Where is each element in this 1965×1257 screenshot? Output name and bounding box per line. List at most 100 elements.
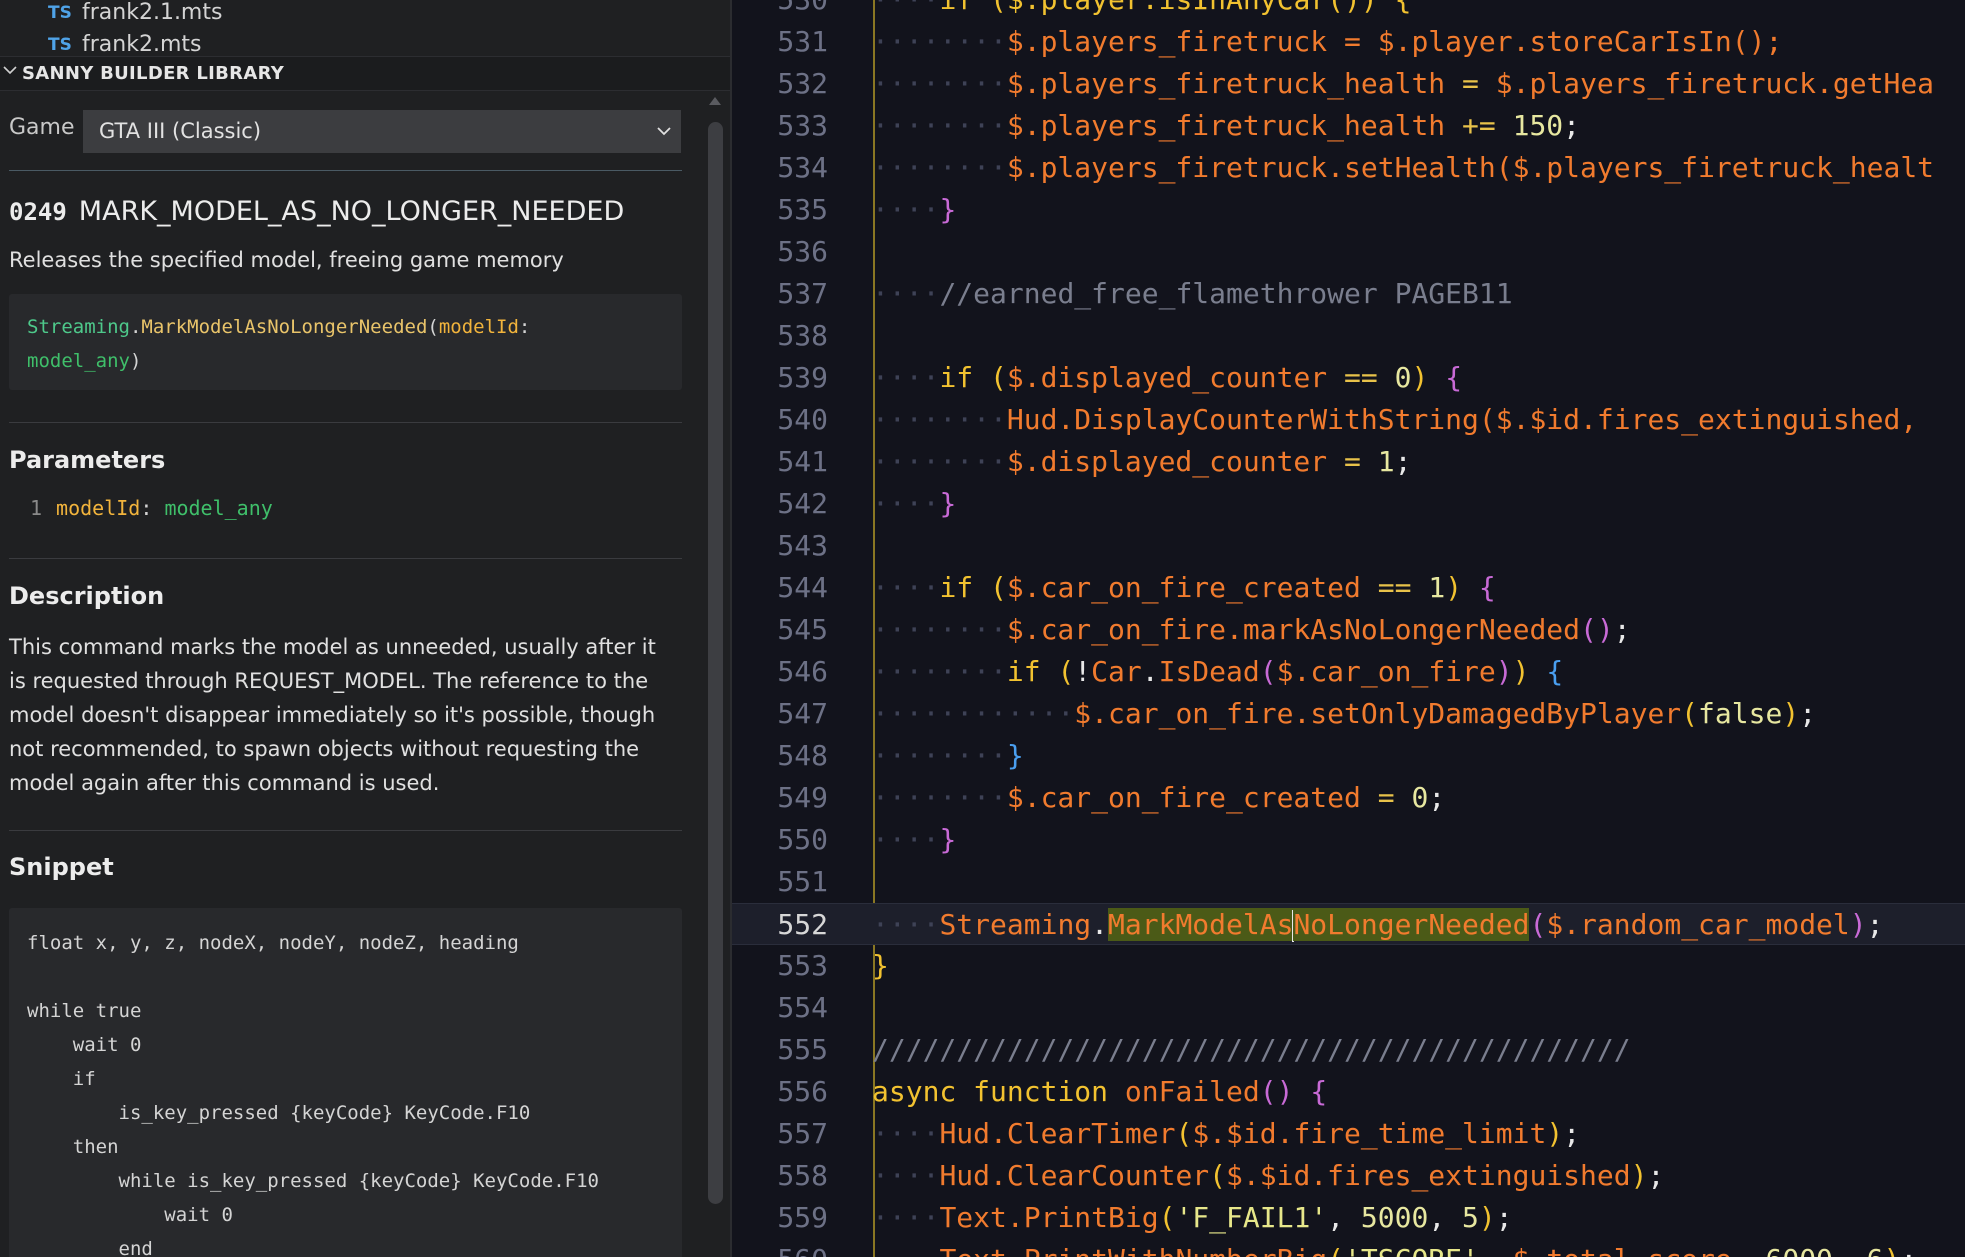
code-line[interactable]: 559 ····Text.PrintBig('F_FAIL1', 5000, 5)…	[732, 1197, 1965, 1239]
code-token: $.car_on_fire.setOnlyDamagedByPlayer	[1074, 697, 1682, 730]
code-line[interactable]: 550 ····}	[732, 819, 1965, 861]
line-code: ············$.car_on_fire.setOnlyDamaged…	[872, 697, 1817, 730]
code-token: 5000	[1360, 1201, 1429, 1234]
line-code: ········}	[872, 739, 1024, 772]
scrollbar-thumb[interactable]	[708, 122, 723, 1204]
code-line[interactable]: 547 ············$.car_on_fire.setOnlyDama…	[732, 693, 1965, 735]
chevron-down-icon	[3, 66, 17, 75]
code-line[interactable]: 531 ········$.players_firetruck = $.playe…	[732, 21, 1965, 63]
code-token: (	[990, 571, 1007, 604]
code-line[interactable]: 556 async function onFailed() {	[732, 1071, 1965, 1113]
line-number: 544	[777, 571, 828, 604]
code-token: }	[1006, 739, 1024, 772]
code-token: }	[872, 949, 889, 982]
library-section-header[interactable]: SANNY BUILDER LIBRARY	[0, 56, 730, 91]
code-line[interactable]: 541 ········$.displayed_counter = 1;	[732, 441, 1965, 483]
code-token: )	[1849, 908, 1867, 941]
code-token: Hud.ClearTimer	[939, 1117, 1176, 1150]
code-line[interactable]: 555 /////////////////////////////////////…	[732, 1029, 1965, 1071]
code-line[interactable]: 553}	[732, 945, 1965, 987]
scroll-up-arrow-icon[interactable]	[707, 94, 723, 108]
code-token: }	[939, 193, 957, 226]
explorer-file-item[interactable]: TS frank2.mts	[0, 30, 706, 54]
code-line[interactable]: 548 ········}	[732, 735, 1965, 777]
code-line[interactable]: 535 ····}	[732, 189, 1965, 231]
code-token: (	[1175, 1117, 1193, 1150]
code-line[interactable]: 538	[732, 315, 1965, 357]
code-token: 150	[1512, 109, 1564, 142]
code-line[interactable]: 542 ····}	[732, 483, 1965, 525]
code-line[interactable]: 534 ········$.players_firetruck.setHealth…	[732, 147, 1965, 189]
line-code: ····//earned_free_flamethrower PAGEB11	[872, 277, 1513, 310]
code-token: $.players_firetruck_health	[1006, 67, 1446, 100]
code-line[interactable]: 560 ····Text.PrintWithNumberBig('TSCORE',…	[732, 1239, 1965, 1257]
code-token: $.random_car_model	[1546, 908, 1850, 941]
code-token: Hud.ClearCounter	[939, 1159, 1210, 1192]
explorer-file-item[interactable]: TS frank2.1.mts	[0, 0, 706, 28]
code-token: {	[1445, 361, 1463, 394]
code-line[interactable]: 554	[732, 987, 1965, 1029]
code-token: )	[1546, 1117, 1564, 1150]
line-number: 543	[777, 529, 828, 562]
code-line[interactable]: 543	[732, 525, 1965, 567]
code-token: $.$id.fire_time_limit	[1192, 1117, 1547, 1150]
game-select-value: GTA III (Classic)	[99, 119, 262, 143]
line-number: 554	[777, 991, 828, 1024]
parameter-type: model_any	[164, 496, 273, 520]
code-line[interactable]: 537 ····//earned_free_flamethrower PAGEB1…	[732, 273, 1965, 315]
library-panel: TS frank2.1.mts TS frank2.mts SANNY BUIL…	[0, 0, 730, 1257]
code-token: .	[1141, 655, 1159, 688]
code-line[interactable]: 545 ········$.car_on_fire.markAsNoLongerN…	[732, 609, 1965, 651]
line-code: async function onFailed() {	[872, 1071, 1327, 1113]
code-line[interactable]: 551	[732, 861, 1965, 903]
line-number: 545	[777, 613, 828, 646]
code-token: ;	[1647, 1159, 1665, 1192]
game-select[interactable]: GTA III (Classic)	[83, 110, 681, 153]
code-token: (	[1259, 655, 1277, 688]
code-token: MarkModelAs	[1108, 908, 1294, 941]
line-number: 542	[777, 487, 828, 520]
code-token: )	[1495, 655, 1513, 688]
code-line[interactable]: 558 ····Hud.ClearCounter($.$id.fires_exti…	[732, 1155, 1965, 1197]
code-token: Text.PrintWithNumberBig	[939, 1243, 1327, 1257]
snippet-code: float x, y, z, nodeX, nodeY, nodeZ, head…	[9, 908, 682, 1257]
code-token: .	[1091, 908, 1109, 941]
code-line[interactable]: 536	[732, 231, 1965, 273]
line-number: 546	[777, 655, 828, 688]
line-number: 558	[777, 1159, 828, 1192]
line-number: 538	[777, 319, 828, 352]
code-token: $.players_firetruck = $.player.storeCarI…	[1006, 25, 1783, 58]
line-code: ········$.car_on_fire_created = 0;	[872, 781, 1446, 814]
line-code: ····Hud.ClearTimer($.$id.fire_time_limit…	[872, 1117, 1581, 1150]
command-name: MARK_MODEL_AS_NO_LONGER_NEEDED	[78, 196, 625, 227]
line-code: ····if ($.displayed_counter == 0) {	[872, 361, 1463, 394]
code-line[interactable]: 546 ········if (!Car.IsDead($.car_on_fire…	[732, 651, 1965, 693]
code-token: (	[1158, 1201, 1176, 1234]
code-line[interactable]: 532 ········$.players_firetruck_health = …	[732, 63, 1965, 105]
code-line[interactable]: 544 ····if ($.car_on_fire_created == 1) {	[732, 567, 1965, 609]
line-number: 533	[777, 109, 828, 142]
line-code: ········$.car_on_fire.markAsNoLongerNeed…	[872, 613, 1631, 646]
code-line[interactable]: 530 ····if ($.player.isInAnyCar()) {	[732, 0, 1965, 21]
code-line[interactable]: 539 ····if ($.displayed_counter == 0) {	[732, 357, 1965, 399]
code-line[interactable]: 533 ········$.players_firetruck_health +=…	[732, 105, 1965, 147]
code-token: $.total_score	[1513, 1243, 1732, 1257]
code-token: ;	[1799, 697, 1817, 730]
line-code: ········$.players_firetruck_health += 15…	[872, 109, 1581, 142]
file-name: frank2.mts	[82, 32, 202, 54]
code-line[interactable]: 552 ····Streaming.MarkModelAsNoLongerNeed…	[732, 903, 1965, 945]
code-line[interactable]: 540 ········Hud.DisplayCounterWithString(…	[732, 399, 1965, 441]
line-code: ········$.players_firetruck.setHealth($.…	[872, 151, 1935, 184]
line-code: ········$.players_firetruck = $.player.s…	[872, 25, 1783, 58]
code-line[interactable]: 557 ····Hud.ClearTimer($.$id.fire_time_li…	[732, 1113, 1965, 1155]
code-line[interactable]: 549 ········$.car_on_fire_created = 0;	[732, 777, 1965, 819]
divider	[9, 830, 682, 831]
code-token: }	[939, 487, 957, 520]
code-editor[interactable]: 530 ····if ($.player.isInAnyCar()) {531 ··…	[732, 0, 1965, 1257]
code-token: 1	[1377, 445, 1395, 478]
code-token: $.$id.fires_extinguished	[1226, 1159, 1631, 1192]
line-number: 535	[777, 193, 828, 226]
code-token: false	[1698, 697, 1783, 730]
line-code: }	[872, 945, 889, 987]
